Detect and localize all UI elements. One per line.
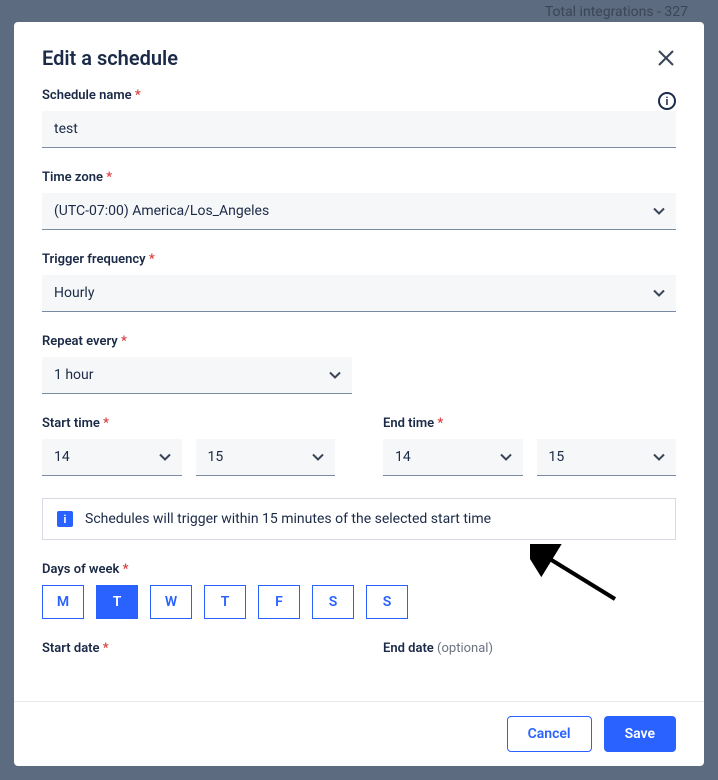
background-text: Total integrations - 327 bbox=[545, 4, 688, 20]
timezone-field: Time zone * (UTC-07:00) America/Los_Ange… bbox=[42, 170, 676, 230]
info-icon[interactable]: i bbox=[658, 92, 676, 110]
day-button[interactable]: F bbox=[258, 585, 300, 619]
day-button[interactable]: T bbox=[96, 585, 138, 619]
day-button[interactable]: M bbox=[42, 585, 84, 619]
timezone-select[interactable]: (UTC-07:00) America/Los_Angeles bbox=[42, 193, 676, 230]
modal-title: Edit a schedule bbox=[42, 46, 178, 70]
date-row: Start date * End date (optional) bbox=[42, 641, 676, 664]
info-banner: i Schedules will trigger within 15 minut… bbox=[42, 498, 676, 540]
days-of-week-label: Days of week * bbox=[42, 562, 676, 577]
repeat-every-label: Repeat every * bbox=[42, 334, 676, 349]
start-hour-select[interactable]: 14 bbox=[42, 439, 182, 476]
start-time-col: Start time * 14 15 bbox=[42, 416, 335, 476]
day-button[interactable]: S bbox=[312, 585, 354, 619]
start-date-label: Start date * bbox=[42, 641, 335, 656]
schedule-name-label: Schedule name * bbox=[42, 88, 676, 103]
repeat-every-field: Repeat every * 1 hour bbox=[42, 334, 676, 394]
trigger-frequency-field: Trigger frequency * Hourly bbox=[42, 252, 676, 312]
day-button[interactable]: W bbox=[150, 585, 192, 619]
day-button[interactable]: T bbox=[204, 585, 246, 619]
close-icon[interactable] bbox=[656, 48, 676, 68]
edit-schedule-modal: Edit a schedule i Schedule name * Time z… bbox=[14, 22, 704, 766]
days-row: MTWTFSS bbox=[42, 585, 676, 619]
info-banner-icon: i bbox=[57, 511, 73, 527]
save-button[interactable]: Save bbox=[604, 716, 676, 752]
schedule-name-input[interactable] bbox=[42, 111, 676, 148]
timezone-label: Time zone * bbox=[42, 170, 676, 185]
modal-header: Edit a schedule bbox=[14, 22, 704, 84]
day-button[interactable]: S bbox=[366, 585, 408, 619]
modal-body: i Schedule name * Time zone * (UTC-07:00… bbox=[14, 84, 704, 701]
cancel-button[interactable]: Cancel bbox=[507, 716, 592, 752]
end-hour-select[interactable]: 14 bbox=[383, 439, 523, 476]
days-of-week-field: Days of week * MTWTFSS bbox=[42, 562, 676, 619]
end-time-col: End time * 14 15 bbox=[383, 416, 676, 476]
end-time-label: End time * bbox=[383, 416, 676, 431]
time-row: Start time * 14 15 bbox=[42, 416, 676, 476]
start-time-label: Start time * bbox=[42, 416, 335, 431]
repeat-every-select[interactable]: 1 hour bbox=[42, 357, 352, 394]
start-minute-select[interactable]: 15 bbox=[196, 439, 336, 476]
end-minute-select[interactable]: 15 bbox=[537, 439, 677, 476]
start-date-col: Start date * bbox=[42, 641, 335, 664]
schedule-name-field: Schedule name * bbox=[42, 88, 676, 148]
end-date-label: End date (optional) bbox=[383, 641, 676, 656]
info-banner-text: Schedules will trigger within 15 minutes… bbox=[85, 511, 491, 527]
trigger-frequency-label: Trigger frequency * bbox=[42, 252, 676, 267]
end-date-col: End date (optional) bbox=[383, 641, 676, 664]
trigger-frequency-select[interactable]: Hourly bbox=[42, 275, 676, 312]
modal-footer: Cancel Save bbox=[14, 701, 704, 766]
